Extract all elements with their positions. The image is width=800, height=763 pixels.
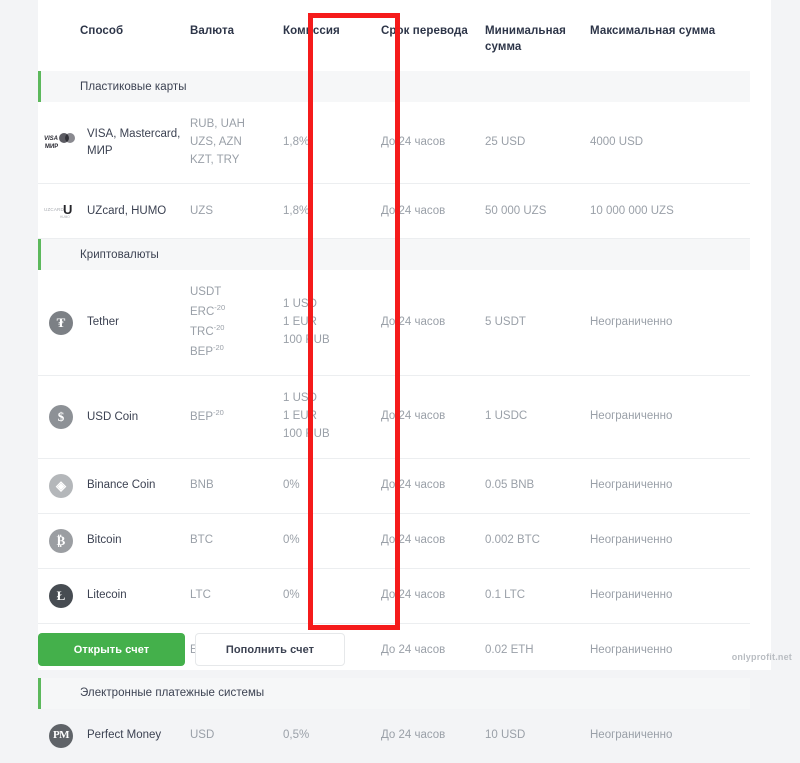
currency-cell: UZS <box>190 183 283 240</box>
column-header-term: Срок перевода <box>381 25 468 37</box>
table-header: Способ Валюта Комиссия Срок перевода Мин… <box>38 0 750 71</box>
min-amount-cell: 10 USD <box>485 728 526 741</box>
max-amount-cell: Неограниченно <box>590 375 750 459</box>
method-label: Tether <box>87 316 119 329</box>
section-title: Пластиковые карты <box>80 80 187 93</box>
method-label: USD Coin <box>87 410 139 423</box>
fees-card: Способ Валюта Комиссия Срок перевода Мин… <box>38 0 771 748</box>
max-amount-cell: Неограниченно <box>590 513 750 569</box>
fee-cell: 0% <box>283 458 381 514</box>
open-account-button[interactable]: Открыть счет <box>38 633 185 666</box>
action-buttons: Открыть счет Пополнить счет <box>38 633 345 666</box>
section-header-row: Электронные платежные системы <box>38 677 750 709</box>
currency-cell: BNB <box>190 458 283 514</box>
max-amount-cell: Неограниченно <box>590 270 750 377</box>
uzcard-humo-logo-icon: UZCARD U HUMO <box>44 198 78 224</box>
method-label: Bitcoin <box>87 534 122 547</box>
section-accent-bar <box>38 677 41 709</box>
term-cell: До 24 часов <box>381 513 485 569</box>
max-amount-cell: Неограниченно <box>590 643 673 656</box>
max-amount-cell: Неограниченно <box>590 568 750 624</box>
table-row[interactable]: ₿ Bitcoin BTC 0% До 24 часов 0.002 BTC Н… <box>38 513 750 569</box>
max-amount-cell: Неограниченно <box>590 458 750 514</box>
min-amount-cell: 0.02 ETH <box>485 643 534 656</box>
humo-wordmark: HUMO <box>60 215 70 220</box>
method-label: VISA, Mastercard, МИР <box>87 128 181 157</box>
section-accent-bar <box>38 239 41 271</box>
currency-cell: BTC <box>190 513 283 569</box>
fee-cell: 0,5% <box>283 728 310 741</box>
column-header-min: Минимальная сумма <box>485 25 566 53</box>
column-header-max: Максимальная сумма <box>590 25 716 37</box>
min-amount-cell: 0.05 BNB <box>485 458 590 514</box>
currency-cell: LTC <box>190 568 283 624</box>
table-row[interactable]: Ł Litecoin LTC 0% До 24 часов 0.1 LTC Не… <box>38 568 750 624</box>
section-title: Криптовалюты <box>80 248 159 261</box>
mastercard-circles-icon <box>59 132 76 143</box>
table-row[interactable]: UZCARD U HUMO UZcard, HUMO UZS 1,8% До 2… <box>38 183 750 240</box>
binance-coin-icon: ◈ <box>44 473 78 499</box>
min-amount-cell: 25 USD <box>485 102 590 185</box>
currency-cell: RUB, UAH UZS, AZN KZT, TRY <box>190 102 283 185</box>
visa-mastercard-mir-logo-icon: VISA МИР <box>44 130 78 156</box>
column-header-currency: Валюта <box>190 25 235 37</box>
litecoin-icon: Ł <box>44 583 78 609</box>
term-cell: До 24 часов <box>381 102 485 185</box>
fee-cell: 1 USD 1 EUR 100 RUB <box>283 270 381 377</box>
term-cell: До 24 часов <box>381 728 446 741</box>
method-label: Binance Coin <box>87 479 156 492</box>
method-label: UZcard, HUMO <box>87 205 167 218</box>
min-amount-cell: 1 USDC <box>485 375 590 459</box>
fee-cell: 1 USD 1 EUR 100 RUB <box>283 375 381 459</box>
term-cell: До 24 часов <box>381 270 485 377</box>
usd-coin-icon: $ <box>44 404 78 430</box>
min-amount-cell: 0.002 BTC <box>485 513 590 569</box>
term-cell: До 24 часов <box>381 375 485 459</box>
method-label: Perfect Money <box>87 729 162 742</box>
column-header-fee: Комиссия <box>283 25 340 37</box>
term-cell: До 24 часов <box>381 183 485 240</box>
method-label: Litecoin <box>87 589 127 602</box>
currency-cell: BEP-20 <box>190 375 283 459</box>
section-header-row: Пластиковые карты <box>38 71 750 103</box>
fee-cell: 0% <box>283 568 381 624</box>
term-cell: До 24 часов <box>381 568 485 624</box>
table-row[interactable]: $ USD Coin BEP-20 1 USD 1 EUR 100 RUB До… <box>38 375 750 459</box>
section-accent-bar <box>38 71 41 103</box>
term-cell: До 24 часов <box>381 643 446 656</box>
site-watermark: onlyprofit.net <box>731 652 792 662</box>
perfect-money-icon: PM <box>44 723 78 749</box>
term-cell: До 24 часов <box>381 458 485 514</box>
table-row[interactable]: ◈ Binance Coin BNB 0% До 24 часов 0.05 B… <box>38 458 750 514</box>
mir-wordmark: МИР <box>45 143 59 150</box>
fee-cell: 1,8% <box>283 183 381 240</box>
max-amount-cell: 10 000 000 UZS <box>590 183 750 240</box>
min-amount-cell: 5 USDT <box>485 270 590 377</box>
top-up-account-button[interactable]: Пополнить счет <box>195 633 345 666</box>
min-amount-cell: 0.1 LTC <box>485 568 590 624</box>
tether-icon: ₮ <box>44 310 78 336</box>
currency-cell: USDT ERC-20 TRC-20 BEP-20 <box>190 270 283 377</box>
uzcard-wordmark: UZCARD <box>44 207 64 213</box>
min-amount-cell: 50 000 UZS <box>485 183 590 240</box>
table-row[interactable]: ₮ Tether USDT ERC-20 TRC-20 BEP-20 1 USD 1 … <box>38 270 750 377</box>
currency-cell: USD <box>190 728 215 741</box>
fee-cell: 1,8% <box>283 102 381 185</box>
bitcoin-icon: ₿ <box>44 528 78 554</box>
section-header-row: Криптовалюты <box>38 238 750 271</box>
section-title: Электронные платежные системы <box>80 687 265 700</box>
max-amount-cell: Неограниченно <box>590 728 673 741</box>
table-row[interactable]: PM Perfect Money USD 0,5% До 24 часов 10… <box>38 709 750 763</box>
fee-cell: 0% <box>283 513 381 569</box>
column-header-method: Способ <box>80 25 124 37</box>
max-amount-cell: 4000 USD <box>590 102 750 185</box>
table-row[interactable]: VISA МИР VISA, Mastercard, МИР RUB, UAH … <box>38 102 750 185</box>
